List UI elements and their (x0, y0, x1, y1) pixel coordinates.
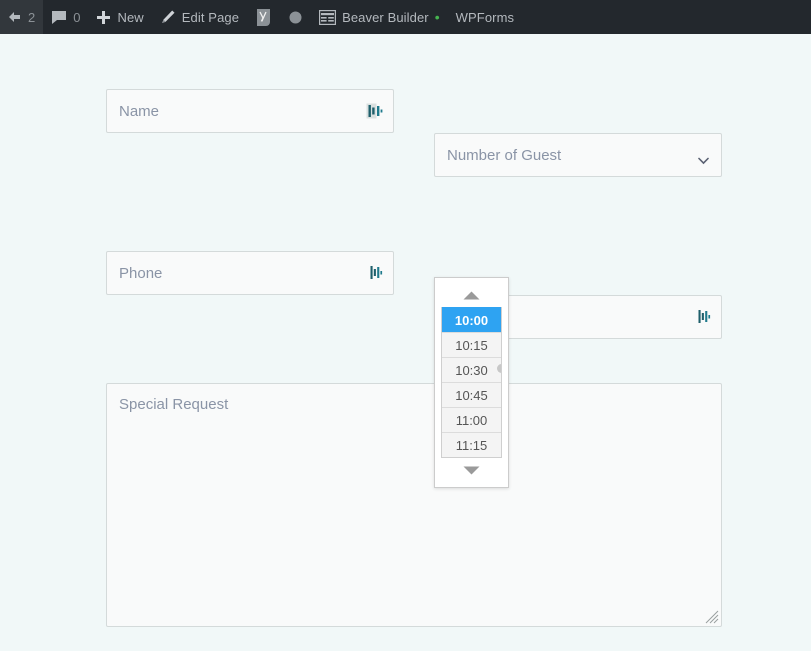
admin-bar-beaver-builder-item[interactable]: Beaver Builder • (311, 0, 448, 34)
guests-selected-value: Number of Guest (447, 146, 562, 164)
phone-placeholder: Phone (119, 264, 163, 282)
resize-handle-icon[interactable] (705, 610, 719, 624)
lastpass-fill-icon[interactable] (370, 265, 383, 281)
special-request-textarea[interactable]: Special Request (106, 383, 722, 627)
admin-bar-edit-page-item[interactable]: Edit Page (152, 0, 247, 34)
name-placeholder: Name (119, 102, 160, 120)
admin-bar-status-dot-item[interactable] (280, 0, 311, 34)
admin-bar-new-item[interactable]: New (88, 0, 151, 34)
yoast-seo-icon (255, 8, 272, 27)
grid-table-icon (319, 9, 337, 25)
time-option-item[interactable]: 11:15 (442, 432, 501, 457)
wordpress-logo-icon (8, 10, 22, 24)
admin-bar-comments-item[interactable]: 0 (43, 0, 88, 34)
time-option-item[interactable]: 11:00 (442, 407, 501, 432)
lastpass-fill-icon[interactable] (366, 103, 383, 120)
pencil-icon (160, 9, 176, 25)
wpforms-label: WPForms (455, 9, 515, 25)
comment-bubble-icon (51, 10, 67, 25)
time-option-list[interactable]: 10:00 10:15 10:30 10:45 11:00 11:15 (441, 307, 502, 458)
site-comment-count: 2 (28, 9, 36, 25)
booking-form: Name Number of Guest Phone Special Reque… (0, 34, 811, 651)
beaver-builder-label: Beaver Builder (342, 9, 429, 25)
scroll-up-arrow-icon[interactable] (441, 283, 502, 307)
time-option-item[interactable]: 10:30 (442, 357, 501, 382)
chevron-down-icon[interactable] (698, 152, 709, 165)
wp-admin-bar: 2 0 New Edit Page Beaver Builder • WPFor… (0, 0, 811, 34)
name-input[interactable]: Name (106, 89, 394, 133)
guests-select[interactable]: Number of Guest (434, 133, 722, 177)
comments-count: 0 (73, 9, 81, 25)
time-option-item[interactable]: 10:15 (442, 332, 501, 357)
edit-page-label: Edit Page (181, 9, 240, 25)
new-label: New (117, 9, 144, 25)
admin-bar-site-item[interactable]: 2 (0, 0, 44, 34)
time-option-item[interactable]: 10:45 (442, 382, 501, 407)
beaver-builder-update-badge: • (434, 9, 440, 25)
admin-bar-wpforms-item[interactable]: WPForms (448, 0, 522, 34)
circle-dot-icon (288, 10, 303, 25)
time-picker-dropdown[interactable]: 10:00 10:15 10:30 10:45 11:00 11:15 (434, 277, 509, 488)
scroll-down-arrow-icon[interactable] (441, 458, 502, 482)
scrollbar-thumb[interactable] (497, 364, 501, 373)
lastpass-fill-icon[interactable] (698, 309, 711, 325)
admin-bar-yoast-item[interactable] (247, 0, 280, 34)
special-request-placeholder: Special Request (119, 396, 229, 413)
plus-icon (96, 10, 111, 25)
time-option-item[interactable]: 10:00 (442, 307, 501, 332)
phone-input[interactable]: Phone (106, 251, 394, 295)
